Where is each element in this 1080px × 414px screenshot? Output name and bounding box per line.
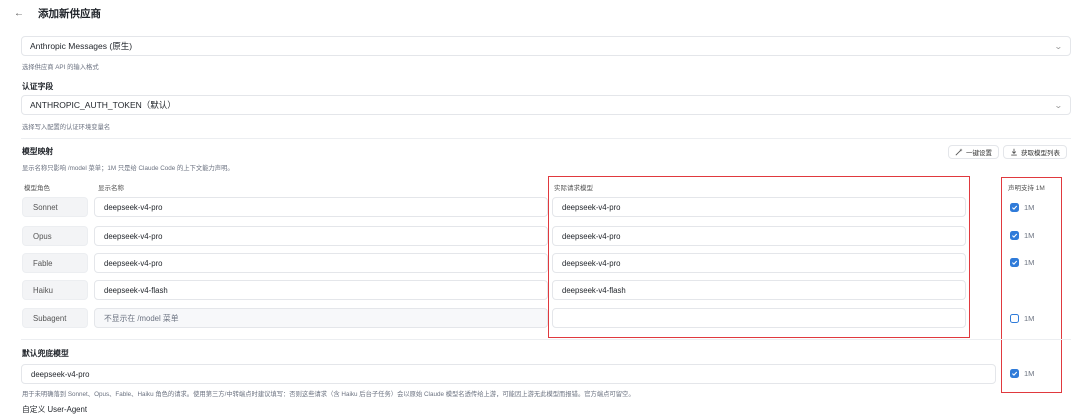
model-mapping-help: 显示名称只影响 /model 菜单；1M 只是给 Claude Code 的上下… [22,165,234,172]
api-format-help: 选择供应商 API 的输入格式 [22,64,99,71]
display-name-input[interactable]: deepseek-v4-pro [94,197,548,217]
auth-field-label: 认证字段 [22,82,54,91]
model-role-fable: Fable [22,253,88,273]
col-header-role: 模型角色 [24,185,50,192]
check-icon [1012,371,1018,376]
fallback-1m-label: 1M [1024,369,1035,378]
page-title: 添加新供应商 [38,8,101,20]
col-header-display: 显示名称 [98,185,124,192]
section-divider [21,339,1071,340]
display-name-input[interactable]: deepseek-v4-pro [94,253,548,273]
auth-field-select[interactable]: ANTHROPIC_AUTH_TOKEN（默认） ⌄ [21,95,1071,115]
highlight-actual-model-column [548,176,970,338]
one-click-setup-label: 一键设置 [966,150,992,157]
back-arrow-icon[interactable]: ← [12,7,26,21]
model-role-opus: Opus [22,226,88,246]
api-format-value: Anthropic Messages (原生) [30,41,133,51]
fetch-model-list-button[interactable]: 获取模型列表 [1003,145,1067,159]
auth-field-value: ANTHROPIC_AUTH_TOKEN（默认） [30,100,176,110]
model-role-sonnet: Sonnet [22,197,88,217]
model-mapping-label: 模型映射 [22,147,54,156]
user-agent-label: 自定义 User-Agent [22,405,87,414]
chevron-down-icon: ⌄ [1054,41,1064,51]
magic-wand-icon [955,148,963,156]
display-name-input[interactable]: deepseek-v4-flash [94,280,548,300]
fallback-model-help: 用于未明确落到 Sonnet、Opus、Fable、Haiku 角色的请求。使用… [22,391,635,398]
chevron-down-icon: ⌄ [1054,100,1064,110]
model-role-subagent: Subagent [22,308,88,328]
auth-field-help: 选择写入配置的认证环境变量名 [22,124,111,131]
one-click-setup-button[interactable]: 一键设置 [948,145,999,159]
fetch-model-list-label: 获取模型列表 [1021,150,1060,157]
model-role-haiku: Haiku [22,280,88,300]
section-divider [21,138,1071,139]
display-name-input[interactable]: deepseek-v4-pro [94,226,548,246]
fallback-model-input[interactable]: deepseek-v4-pro [21,364,996,384]
api-format-select[interactable]: Anthropic Messages (原生) ⌄ [21,36,1071,56]
display-name-disabled: 不显示在 /model 菜单 [94,308,548,328]
download-icon [1011,148,1017,156]
fallback-1m-checkbox[interactable] [1010,369,1019,378]
fallback-model-label: 默认兜底模型 [22,349,69,358]
highlight-1m-column [1001,177,1062,393]
